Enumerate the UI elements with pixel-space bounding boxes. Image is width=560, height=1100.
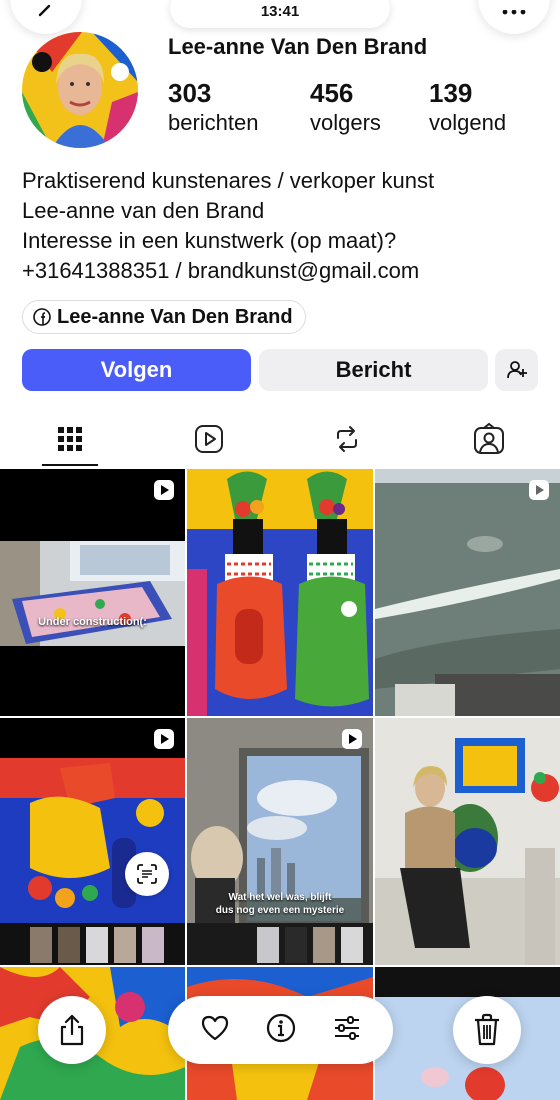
following-stat[interactable]: 139 volgend [429, 78, 506, 138]
more-options-button[interactable] [478, 0, 550, 34]
tagged-icon [474, 423, 504, 454]
scan-text-icon [137, 864, 157, 884]
post-thumbnail[interactable]: Under construction(: [0, 469, 185, 716]
post-thumbnail[interactable] [375, 469, 560, 716]
facebook-link[interactable]: Lee-anne Van Den Brand [22, 300, 306, 334]
follow-button[interactable]: Volgen [22, 349, 251, 391]
back-button[interactable] [10, 0, 82, 34]
photo-actions-bar [168, 996, 393, 1064]
posts-count: 303 [168, 78, 212, 108]
bio: Praktiserend kunstenares / verkoper kuns… [22, 166, 434, 286]
reposts-icon [337, 426, 357, 452]
posts-stat[interactable]: 303 berichten [168, 78, 259, 138]
post-thumbnail[interactable]: Wat het wel was, blijft dus nog even een… [187, 718, 373, 965]
sliders-icon [334, 1015, 359, 1040]
post-caption: Wat het wel was, blijft [228, 892, 332, 903]
bio-line: Praktiserend kunstenares / verkoper kuns… [22, 168, 435, 193]
tab-reposts[interactable] [312, 410, 382, 468]
message-button[interactable]: Bericht [259, 349, 488, 391]
post-thumbnail[interactable] [0, 718, 185, 965]
heart-icon [201, 1015, 228, 1040]
reel-icon [342, 729, 362, 749]
reel-icon [154, 729, 174, 749]
bio-line: +31641388351 / brandkunst@gmail.com [22, 258, 420, 283]
tab-posts-grid[interactable] [35, 410, 105, 468]
following-count: 139 [429, 78, 473, 108]
grid-icon [58, 427, 82, 451]
followers-label: volgers [310, 110, 381, 135]
reel-icon [154, 480, 174, 500]
info-icon [266, 1013, 295, 1042]
tab-reels[interactable] [174, 410, 244, 468]
more-icon [502, 10, 526, 15]
adjust-button[interactable] [332, 1014, 362, 1047]
suggest-users-button[interactable] [495, 349, 538, 391]
share-button[interactable] [38, 996, 106, 1064]
facebook-icon [33, 308, 51, 326]
chevron-left-icon [38, 4, 51, 17]
reels-icon [195, 425, 223, 453]
bio-line: Interesse in een kunstwerk (op maat)? [22, 228, 397, 253]
following-label: volgend [429, 110, 507, 135]
profile-tabs [0, 410, 560, 468]
trash-icon [475, 1013, 499, 1046]
favorite-button[interactable] [200, 1014, 230, 1047]
reel-icon [529, 480, 549, 500]
share-icon [60, 1014, 84, 1046]
add-user-icon [506, 361, 527, 379]
visual-lookup-button[interactable] [125, 852, 169, 896]
facebook-link-label: Lee-anne Van Den Brand [57, 305, 293, 328]
followers-count: 456 [310, 78, 354, 108]
posts-label: berichten [168, 110, 259, 135]
post-caption: Under construction(: [38, 616, 147, 628]
post-caption: dus nog even een mysterie [215, 905, 345, 916]
post-thumbnail[interactable] [375, 718, 560, 965]
profile-name: Lee-anne Van Den Brand [168, 34, 428, 59]
tab-tagged[interactable] [454, 410, 524, 468]
post-thumbnail[interactable] [187, 469, 373, 716]
followers-stat[interactable]: 456 volgers [310, 78, 381, 138]
status-time: 13:41 [170, 0, 390, 28]
bio-line: Lee-anne van den Brand [22, 198, 265, 223]
delete-button[interactable] [453, 996, 521, 1064]
info-button[interactable] [265, 1012, 297, 1049]
avatar[interactable] [22, 32, 138, 148]
